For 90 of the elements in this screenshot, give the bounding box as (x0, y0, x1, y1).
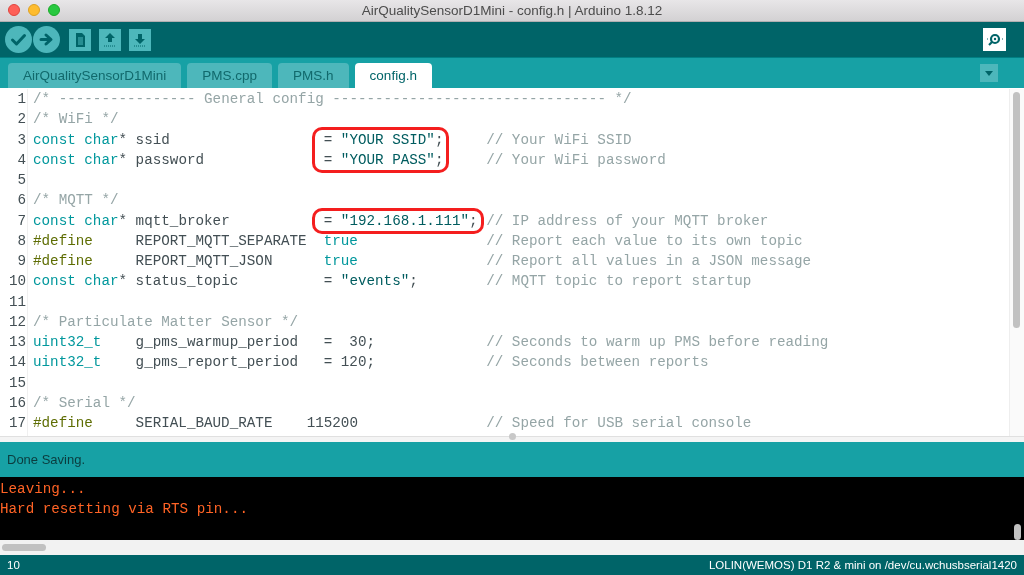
code-comment: /* Particulate Matter Sensor */ (33, 312, 299, 332)
line-number: 1 (16, 90, 26, 109)
code-comment: // Your WiFi SSID (486, 130, 632, 150)
code-text: REPORT_MQTT_JSON (135, 252, 273, 271)
line-number: 16 (7, 393, 26, 413)
code-comment: /* WiFi */ (33, 110, 119, 130)
code-comment: /* MQTT */ (33, 191, 119, 211)
code-text: REPORT_MQTT_SEPARATE (135, 231, 307, 251)
code-text: g_pms_warmup_period (135, 333, 299, 352)
line-number: 7 (16, 211, 26, 231)
open-button[interactable] (99, 28, 121, 51)
code-text: * ssid (118, 130, 170, 150)
code-keyword: const char (33, 150, 119, 170)
line-number: 6 (16, 191, 26, 211)
code-comment: // MQTT topic to report startup (486, 272, 752, 292)
code-text: * status_topic (118, 272, 239, 292)
verify-button[interactable] (5, 26, 32, 53)
code-operator: = (323, 272, 333, 292)
line-number: 10 (7, 272, 26, 292)
code-directive: #define (33, 252, 93, 271)
code-string: "YOUR PASS" (340, 150, 435, 170)
file-tab[interactable]: PMS.cpp (187, 63, 273, 88)
code-keyword: uint32_t (33, 333, 102, 352)
code-directive: #define (33, 414, 93, 433)
board-info: LOLIN(WEMOS) D1 R2 & mini on /dev/cu.wchusbserial1420 (708, 559, 1017, 571)
code-keyword: const char (33, 272, 119, 292)
file-tab[interactable]: AirQualitySensorD1Mini (8, 63, 182, 88)
line-number: 12 (7, 312, 26, 332)
code-comment: // Report each value to its own topic (486, 231, 803, 251)
scrollbar-thumb[interactable] (1014, 524, 1021, 540)
close-button[interactable] (8, 4, 20, 16)
code-comment: // Your WiFi password (486, 150, 666, 170)
code-string: "events" (340, 272, 410, 292)
new-file-button[interactable] (69, 28, 91, 51)
code-operator: = (323, 150, 333, 170)
code-text: = 120; (323, 353, 376, 373)
file-tab[interactable]: config.h (354, 63, 432, 88)
code-keyword: const char (33, 211, 119, 231)
code-comment: // Seconds between reports (486, 353, 709, 373)
line-number: 8 (16, 231, 26, 251)
code-text: g_pms_report_period (135, 353, 299, 373)
code-string: "192.168.1.111" (340, 211, 470, 231)
console-line: Leaving... (0, 480, 87, 499)
code-keyword: true (323, 231, 358, 251)
line-number: 5 (16, 171, 26, 190)
code-comment: // Report all values in a JSON message (486, 252, 812, 271)
file-tab[interactable]: PMS.h (278, 63, 349, 88)
code-string: "YOUR SSID" (340, 130, 435, 150)
scrollbar-thumb[interactable] (2, 544, 46, 551)
code-comment: /* Serial */ (33, 393, 136, 413)
code-text: 115200 (306, 414, 358, 433)
line-number: 4 (16, 150, 26, 170)
line-number: 15 (7, 373, 26, 393)
code-comment: // IP address of your MQTT broker (486, 211, 769, 231)
code-text: ; (434, 130, 444, 150)
code-comment: // Seconds to warm up PMS before reading (486, 333, 829, 352)
line-number: 2 (16, 110, 26, 130)
zoom-button[interactable] (48, 4, 60, 16)
code-text: ; (469, 211, 478, 231)
upload-button[interactable] (33, 26, 60, 53)
code-comment: // Speed for USB serial console (486, 414, 752, 433)
code-keyword: true (323, 252, 358, 271)
code-comment: /* ---------------- General config -------------------------------- */ (33, 90, 632, 109)
code-text: SERIAL_BAUD_RATE (135, 414, 273, 433)
code-directive: #define (33, 231, 93, 251)
splitter-handle[interactable] (508, 433, 516, 440)
console-line: Hard resetting via RTS pin... (0, 500, 249, 520)
code-operator: = (323, 211, 333, 231)
code-text: * password (118, 150, 205, 170)
save-button[interactable] (129, 28, 151, 51)
line-number: 13 (7, 333, 26, 352)
scrollbar-thumb[interactable] (1013, 92, 1020, 328)
minimize-button[interactable] (28, 4, 40, 16)
code-text: ; (409, 272, 418, 292)
code-text: ; (434, 150, 444, 170)
code-keyword: uint32_t (33, 353, 102, 373)
dropdown-button[interactable] (980, 64, 998, 82)
code-text: = 30; (323, 333, 376, 352)
line-number: 11 (7, 292, 26, 312)
window-title: AirQualitySensorD1Mini - config.h | Arduino 1.8.12 (361, 3, 663, 18)
line-number: 3 (16, 130, 26, 150)
code-text: * mqtt_broker (118, 211, 230, 231)
serial-monitor-button[interactable] (983, 28, 1006, 51)
line-number: 9 (16, 252, 26, 271)
line-number: 14 (7, 353, 26, 373)
line-number-status: 10 (7, 559, 20, 571)
status-message: Done Saving. (7, 452, 86, 467)
code-keyword: const char (33, 130, 119, 150)
code-operator: = (323, 130, 333, 150)
line-number: 17 (7, 414, 26, 433)
